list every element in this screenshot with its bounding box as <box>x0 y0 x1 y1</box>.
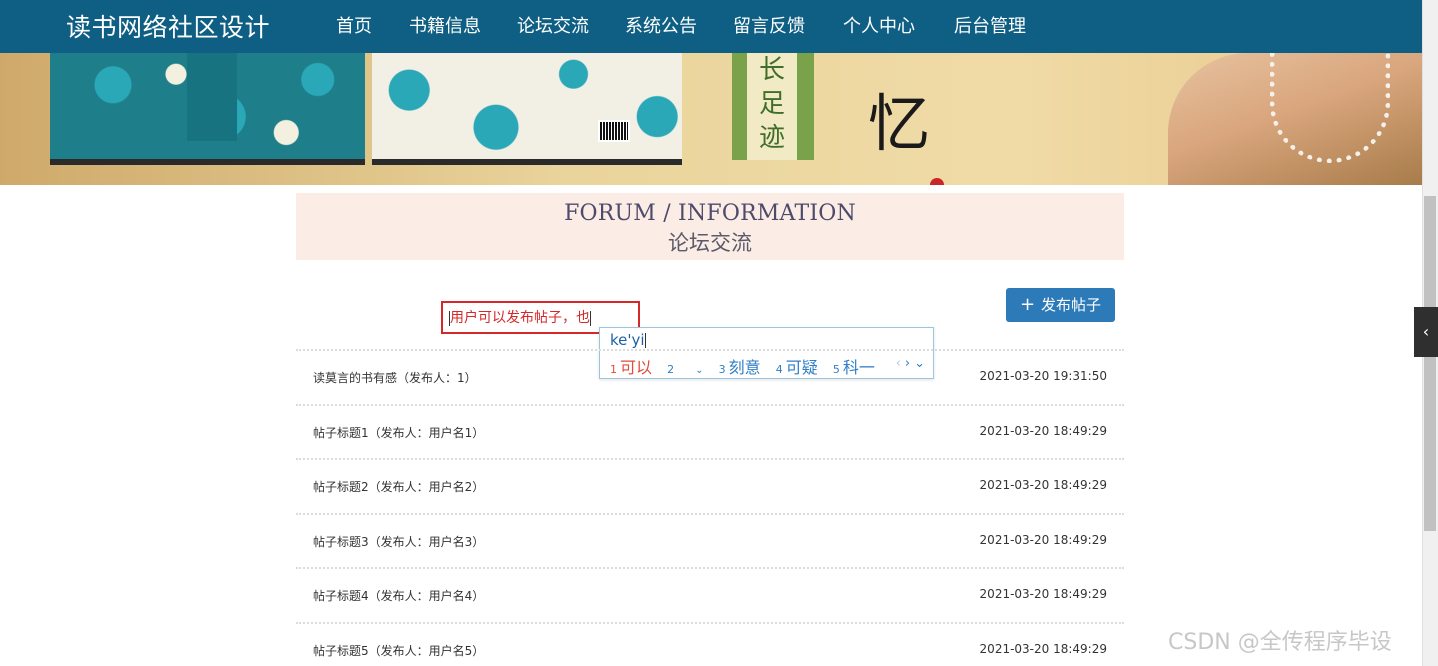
nav-books[interactable]: 书籍信息 <box>409 12 481 38</box>
ime-pinyin: ke'yi <box>610 331 646 349</box>
post-time: 2021-03-20 18:49:29 <box>979 532 1107 547</box>
site-title[interactable]: 读书网络社区设计 <box>66 8 270 44</box>
post-row[interactable]: 读莫言的书有感（发布人：1） 2021-03-20 19:31:50 <box>296 349 1124 404</box>
ime-pinyin-text: ke'yi <box>610 331 645 349</box>
post-row[interactable]: 帖子标题2（发布人：用户名2） 2021-03-20 18:49:29 <box>296 458 1124 513</box>
heading-english: FORUM / INFORMATION <box>564 201 856 226</box>
post-title[interactable]: 读莫言的书有感（发布人：1） <box>313 369 477 386</box>
banner-book-spine <box>187 53 237 141</box>
post-time: 2021-03-20 19:31:50 <box>979 369 1107 383</box>
new-post-button[interactable]: + 发布帖子 <box>1006 288 1115 322</box>
post-row[interactable]: 帖子标题5（发布人：用户名5） 2021-03-20 18:49:29 <box>296 621 1124 666</box>
search-input-value: 用户可以发布帖子，也 <box>450 310 590 326</box>
post-time: 2021-03-20 18:49:29 <box>979 641 1107 656</box>
ime-caret <box>644 333 646 348</box>
plus-icon: + <box>1019 294 1036 315</box>
post-time: 2021-03-20 18:49:29 <box>979 423 1107 438</box>
nav-feedback[interactable]: 留言反馈 <box>733 12 805 38</box>
post-row[interactable]: 帖子标题4（发布人：用户名4） 2021-03-20 18:49:29 <box>296 567 1124 622</box>
nav-home[interactable]: 首页 <box>336 12 372 38</box>
nav-admin[interactable]: 后台管理 <box>954 12 1026 38</box>
watermark: CSDN @全传程序毕设 <box>1168 630 1392 655</box>
post-row[interactable]: 帖子标题3（发布人：用户名3） 2021-03-20 18:49:29 <box>296 512 1124 568</box>
new-post-label: 发布帖子 <box>1041 296 1102 314</box>
post-time: 2021-03-20 18:49:29 <box>979 587 1107 601</box>
banner-book-cover-right <box>372 53 682 165</box>
post-title[interactable]: 帖子标题4（发布人：用户名4） <box>313 587 484 604</box>
nav-profile[interactable]: 个人中心 <box>843 12 915 38</box>
post-title[interactable]: 帖子标题3（发布人：用户名3） <box>313 533 484 550</box>
banner-calligraphy: 忆 <box>868 87 931 160</box>
text-caret <box>590 310 591 326</box>
post-title[interactable]: 帖子标题5（发布人：用户名5） <box>313 642 484 659</box>
post-row[interactable]: 帖子标题1（发布人：用户名1） 2021-03-20 18:49:29 <box>296 403 1124 459</box>
barcode-image <box>598 120 630 142</box>
side-collapse-tab[interactable]: ‹ <box>1414 307 1438 357</box>
chevron-left-icon: ‹ <box>1422 322 1430 341</box>
heading-chinese: 论坛交流 <box>668 231 752 255</box>
banner-carousel[interactable]: 长足迹 忆 <box>0 53 1422 185</box>
section-heading: FORUM / INFORMATION 论坛交流 <box>296 193 1124 260</box>
red-seal-icon <box>930 178 944 185</box>
post-title[interactable]: 帖子标题2（发布人：用户名2） <box>313 478 484 495</box>
banner-side-text: 长足迹 <box>747 53 797 160</box>
top-navbar: 读书网络社区设计 首页 书籍信息 论坛交流 系统公告 留言反馈 个人中心 后台管… <box>0 0 1422 53</box>
post-time: 2021-03-20 18:49:29 <box>979 478 1107 492</box>
post-list: 读莫言的书有感（发布人：1） 2021-03-20 19:31:50 帖子标题1… <box>296 349 1124 666</box>
nav-forum[interactable]: 论坛交流 <box>517 12 589 38</box>
post-title[interactable]: 帖子标题1（发布人：用户名1） <box>313 424 484 441</box>
nav-announcements[interactable]: 系统公告 <box>625 12 697 38</box>
scrollbar-thumb[interactable] <box>1424 196 1436 531</box>
